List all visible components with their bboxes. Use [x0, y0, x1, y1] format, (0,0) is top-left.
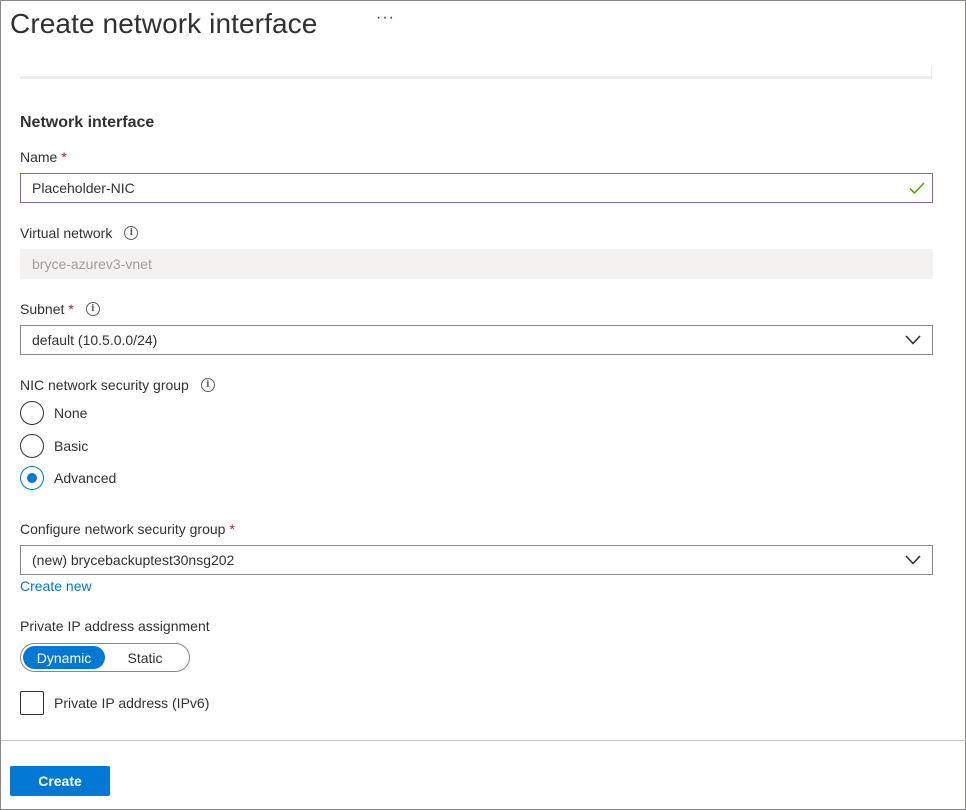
- vnet-label-text: Virtual network: [20, 225, 113, 241]
- ip-assignment-toggle: Dynamic Static: [20, 643, 190, 672]
- tabs-strip-end: [898, 67, 932, 79]
- checkmark-icon: [909, 182, 925, 195]
- name-label-text: Name: [20, 149, 58, 165]
- vnet-label: Virtual network i: [20, 225, 139, 241]
- radio-button[interactable]: [20, 434, 44, 458]
- subnet-required-mark: *: [68, 301, 74, 317]
- configure-nsg-label: Configure network security group *: [20, 521, 235, 537]
- subnet-label: Subnet * i: [20, 301, 100, 317]
- nsg-radio-basic[interactable]: Basic: [20, 434, 88, 458]
- radio-button-selected[interactable]: [20, 466, 44, 490]
- chevron-down-icon: [905, 335, 921, 345]
- info-icon[interactable]: i: [124, 226, 139, 240]
- section-title: Network interface: [20, 114, 155, 131]
- vnet-input: bryce-azurev3-vnet: [20, 249, 933, 279]
- toggle-option-static[interactable]: Static: [105, 646, 185, 669]
- subnet-dropdown[interactable]: default (10.5.0.0/24): [20, 325, 933, 355]
- radio-label: Basic: [54, 438, 89, 454]
- name-required-mark: *: [61, 149, 67, 165]
- footer-divider: [1, 740, 966, 741]
- configure-nsg-label-text: Configure network security group: [20, 521, 226, 537]
- name-input-value: Placeholder-NIC: [32, 180, 135, 196]
- ipv6-checkbox[interactable]: [20, 691, 44, 715]
- radio-label: None: [54, 405, 88, 421]
- subnet-label-text: Subnet: [20, 301, 65, 317]
- info-icon[interactable]: i: [85, 302, 100, 316]
- toggle-option-dynamic[interactable]: Dynamic: [23, 646, 105, 669]
- configure-nsg-dropdown-value: (new) brycebackuptest30nsg202: [32, 552, 235, 568]
- nsg-label-text: NIC network security group: [20, 377, 189, 393]
- page-title: Create network interface: [10, 8, 318, 39]
- ipv6-checkbox-row[interactable]: Private IP address (IPv6): [20, 691, 209, 715]
- ip-assignment-label: Private IP address assignment: [20, 618, 210, 634]
- vnet-input-value: bryce-azurev3-vnet: [32, 256, 152, 272]
- more-actions-icon[interactable]: ···: [376, 9, 395, 27]
- info-icon[interactable]: i: [200, 378, 215, 392]
- subnet-dropdown-value: default (10.5.0.0/24): [32, 332, 158, 348]
- nsg-radio-advanced[interactable]: Advanced: [20, 466, 116, 490]
- ipv6-checkbox-label: Private IP address (IPv6): [54, 695, 210, 711]
- name-input[interactable]: Placeholder-NIC: [20, 173, 933, 203]
- tabs-scroll-strip: [20, 67, 932, 79]
- ip-assignment-label-text: Private IP address assignment: [20, 618, 210, 634]
- name-label: Name *: [20, 149, 67, 165]
- configure-nsg-dropdown[interactable]: (new) brycebackuptest30nsg202: [20, 545, 933, 575]
- create-new-link[interactable]: Create new: [20, 578, 92, 594]
- radio-label: Advanced: [54, 470, 117, 486]
- nsg-radio-none[interactable]: None: [20, 401, 87, 425]
- chevron-down-icon: [905, 555, 921, 565]
- configure-nsg-required-mark: *: [229, 521, 235, 537]
- blade-frame: Create network interface ··· Network int…: [0, 0, 966, 810]
- nsg-label: NIC network security group i: [20, 377, 215, 393]
- create-button[interactable]: Create: [10, 766, 110, 796]
- radio-button[interactable]: [20, 401, 44, 425]
